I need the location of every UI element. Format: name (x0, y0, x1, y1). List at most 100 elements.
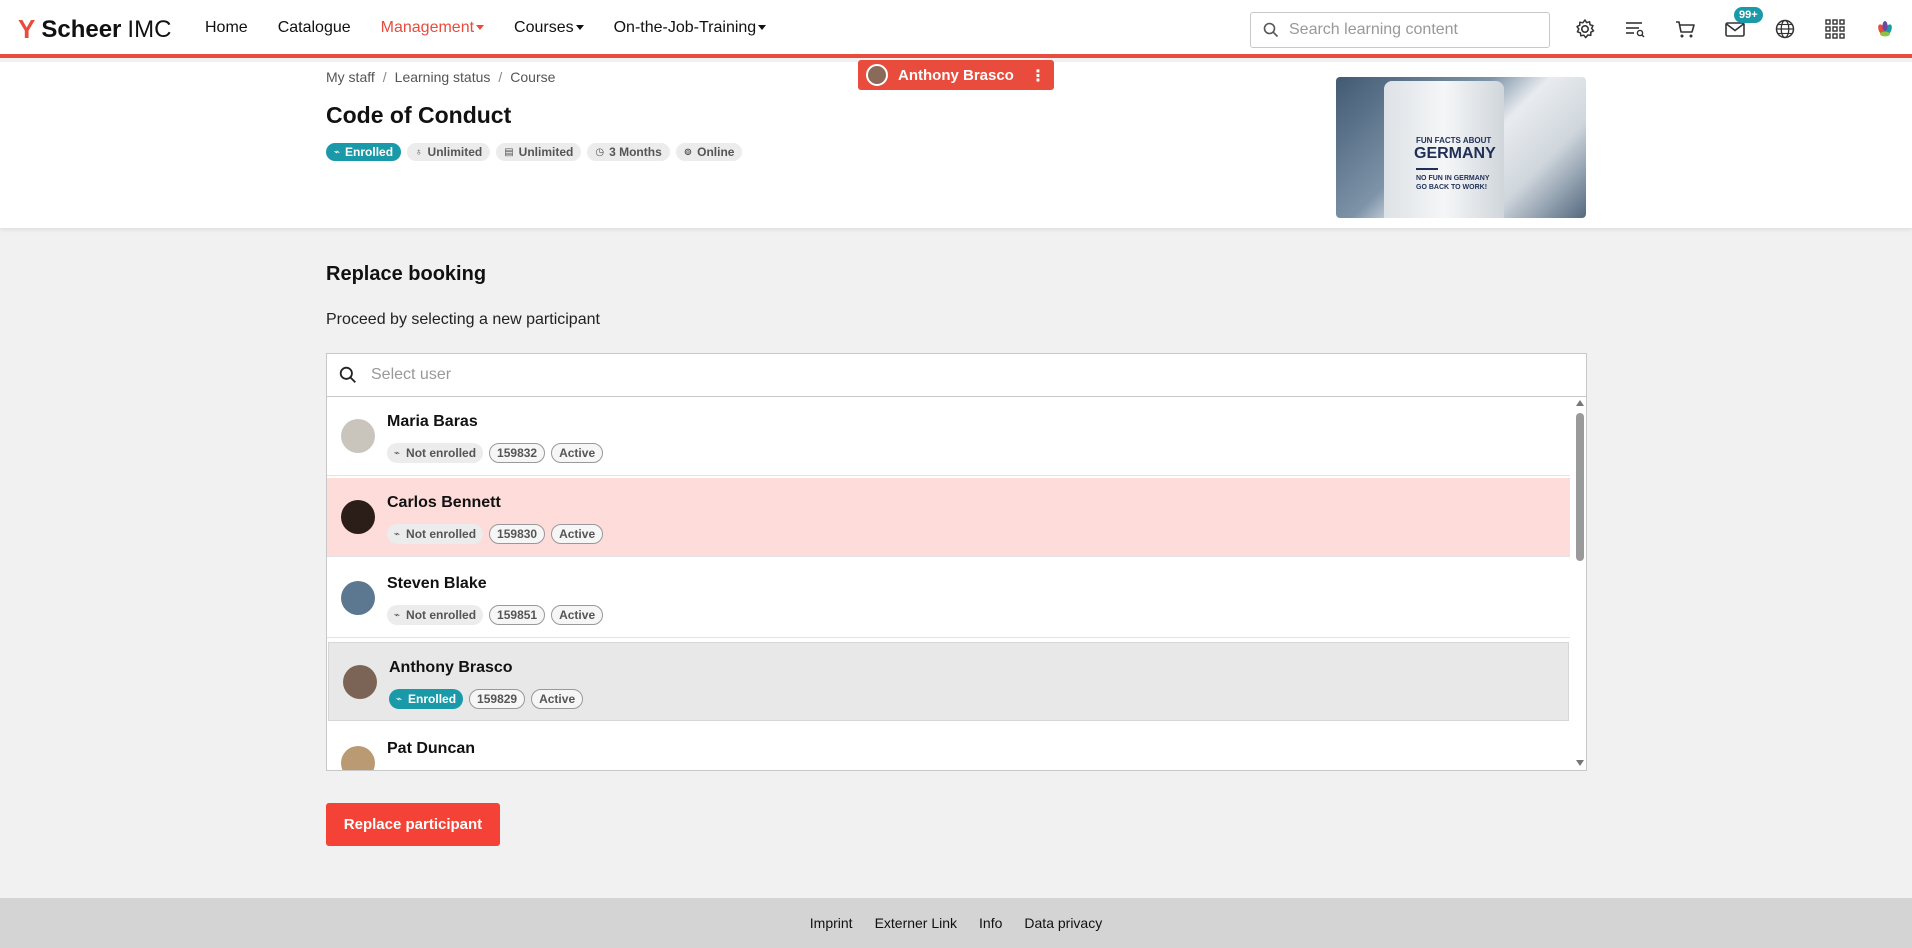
user-row-maria-baras[interactable]: Maria Baras ⌁ Not enrolled 159832 Active (327, 397, 1570, 476)
avatar (341, 746, 375, 770)
scroll-thumb[interactable] (1576, 413, 1584, 561)
tag-label: Enrolled (345, 145, 394, 159)
avatar (341, 581, 375, 615)
activity-icon: ⌁ (334, 146, 341, 158)
user-id-badge: 159851 (489, 605, 546, 625)
image-divider (1416, 168, 1438, 170)
nav-catalogue[interactable]: Catalogue (278, 19, 351, 37)
user-state-badge: Active (551, 524, 604, 544)
user-name: Steven Blake (387, 575, 487, 592)
status-label: Not enrolled (406, 446, 477, 460)
activity-icon: ⌁ (396, 693, 403, 705)
image-text: NO FUN IN GERMANY (1416, 175, 1490, 182)
mail-icon[interactable]: 99+ (1722, 7, 1763, 42)
mug-illustration: FUN FACTS ABOUT GERMANY NO FUN IN GERMAN… (1384, 81, 1504, 218)
user-chips: ⌁ Not enrolled 159830 Active (387, 524, 609, 544)
tag-enrolled: ⌁ Enrolled (326, 143, 402, 161)
scroll-down-icon[interactable] (1576, 760, 1584, 766)
cart-icon[interactable] (1672, 16, 1698, 42)
breadcrumb-learning-status[interactable]: Learning status (395, 69, 491, 85)
global-search-input[interactable] (1289, 21, 1529, 39)
user-name: Pat Duncan (387, 740, 476, 757)
nav-courses[interactable]: Courses (514, 19, 584, 37)
enrollment-status-badge: ⌁ Not enrolled (387, 443, 484, 463)
avatar (343, 665, 377, 699)
more-options-icon[interactable]: ⋮ (1030, 66, 1046, 86)
activity-icon: ⌁ (394, 609, 401, 621)
user-state-badge: Active (551, 605, 604, 625)
course-tags: ⌁ Enrolled ♁ Unlimited ▤ Unlimited ◷ 3 Month… (326, 143, 748, 161)
user-chips: ⌁ Not enrolled 159851 Active (387, 605, 609, 625)
header-icons: 99+ (1572, 7, 1912, 42)
user-state-badge: Active (551, 443, 604, 463)
image-text: GO BACK TO WORK! (1416, 184, 1488, 191)
footer: Imprint Externer Link Info Data privacy (0, 898, 1912, 948)
footer-link-info[interactable]: Info (979, 915, 1002, 931)
user-id-badge: 159829 (469, 689, 526, 709)
user-chips: ⌁ Enrolled 159829 Active (389, 689, 589, 709)
brand-mark-icon: Y (18, 14, 36, 44)
user-name: Carlos Bennett (387, 494, 501, 511)
user-name: Anthony Brasco (389, 659, 513, 676)
clock-icon: ◷ (595, 146, 605, 158)
user-row-anthony-brasco[interactable]: Anthony Brasco ⌁ Enrolled 159829 Active (328, 642, 1569, 721)
image-text: GERMANY (1414, 145, 1496, 162)
list-scrollbar[interactable] (1573, 397, 1586, 770)
search-icon (1263, 22, 1279, 38)
breadcrumb-my-staff[interactable]: My staff (326, 69, 375, 85)
avatar (866, 64, 888, 86)
brand-flower-icon[interactable] (1872, 16, 1898, 42)
chevron-down-icon (476, 25, 485, 31)
nav-on-the-job-training[interactable]: On-the-Job-Training (614, 19, 767, 37)
breadcrumb: My staff / Learning status / Course (326, 69, 563, 85)
tag-label: Unlimited (518, 145, 574, 159)
main-nav: Home Catalogue Management Courses On-the… (205, 19, 796, 37)
scroll-up-icon[interactable] (1576, 400, 1584, 406)
settings-icon[interactable] (1572, 16, 1598, 42)
enrollment-status-badge: ⌁ Not enrolled (387, 524, 484, 544)
section-title: Replace booking (326, 263, 487, 285)
course-image: FUN FACTS ABOUT GERMANY NO FUN IN GERMAN… (1336, 77, 1586, 218)
search-icon (339, 366, 356, 383)
status-label: Not enrolled (406, 608, 477, 622)
breadcrumb-separator: / (498, 69, 503, 85)
tag-duration: ◷ 3 Months (587, 143, 670, 161)
brand-name-bold: Scheer (41, 15, 122, 43)
image-text: FUN FACTS ABOUT (1416, 136, 1492, 145)
task-list-icon[interactable] (1622, 16, 1648, 42)
status-label: Not enrolled (406, 527, 477, 541)
user-search (326, 353, 1587, 397)
global-search (1250, 12, 1550, 48)
user-row-steven-blake[interactable]: Steven Blake ⌁ Not enrolled 159851 Active (327, 559, 1570, 638)
breadcrumb-course: Course (510, 69, 556, 85)
nav-catalogue-label: Catalogue (277, 19, 351, 36)
user-row-carlos-bennett[interactable]: Carlos Bennett ⌁ Not enrolled 159830 Acti… (327, 478, 1570, 557)
user-search-input[interactable] (371, 366, 1471, 384)
footer-link-data-privacy[interactable]: Data privacy (1024, 915, 1102, 931)
user-id-badge: 159832 (489, 443, 546, 463)
current-user-pill[interactable]: Anthony Brasco ⋮ (858, 60, 1054, 90)
tag-type: ⊚ Online (675, 143, 743, 161)
brand-logo[interactable]: Y Scheer IMC (18, 14, 171, 45)
footer-link-external[interactable]: Externer Link (875, 915, 957, 931)
replace-participant-button[interactable]: Replace participant (326, 803, 500, 846)
apps-grid-icon[interactable] (1822, 16, 1848, 42)
nav-home-label: Home (205, 19, 248, 36)
activity-icon: ⌁ (394, 447, 401, 459)
section-subtitle: Proceed by selecting a new participant (326, 311, 600, 328)
globe-icon[interactable] (1772, 16, 1798, 42)
document-icon: ▤ (504, 146, 514, 158)
breadcrumb-separator: / (382, 69, 387, 85)
tag-attempts: ♁ Unlimited (407, 143, 491, 161)
user-row-pat-duncan[interactable]: Pat Duncan (327, 724, 1570, 770)
user-chips: ⌁ Not enrolled 159832 Active (387, 443, 609, 463)
footer-link-imprint[interactable]: Imprint (810, 915, 853, 931)
avatar (341, 500, 375, 534)
user-name: Maria Baras (387, 413, 478, 430)
tag-label: Unlimited (427, 145, 483, 159)
tag-label: 3 Months (609, 145, 662, 159)
nav-home[interactable]: Home (205, 19, 248, 37)
enrollment-status-badge: ⌁ Enrolled (389, 689, 464, 709)
nav-management[interactable]: Management (380, 19, 485, 37)
nav-management-label: Management (380, 19, 475, 36)
